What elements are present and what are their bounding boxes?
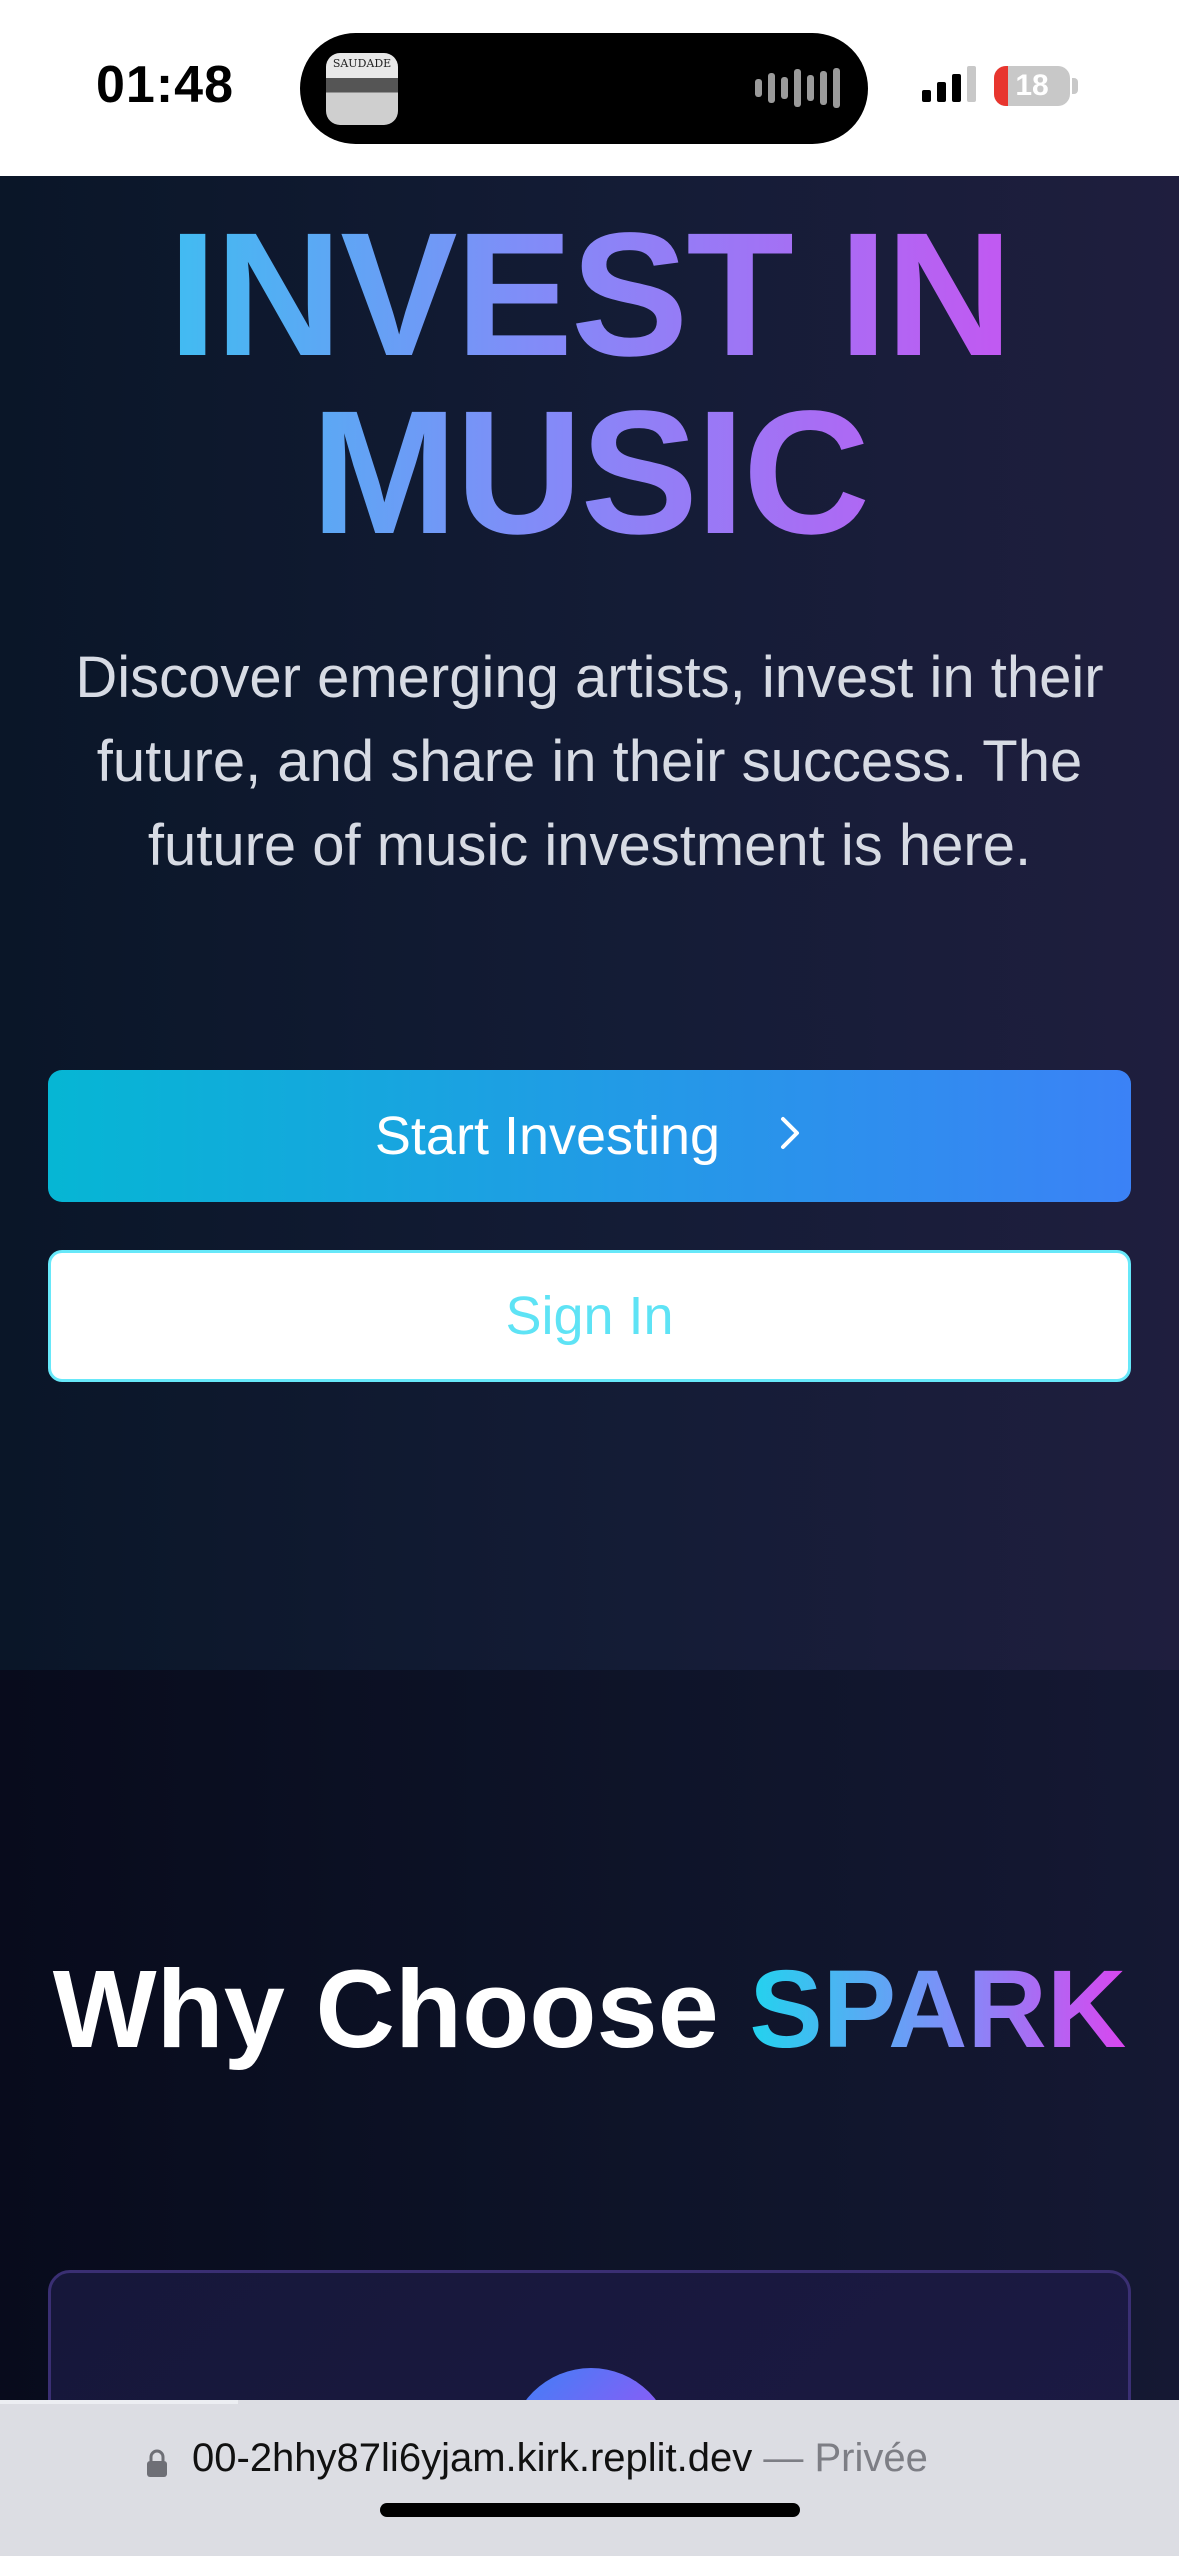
status-time: 01:48	[96, 56, 234, 114]
url-separator: —	[752, 2436, 815, 2480]
sign-in-button[interactable]: Sign In	[48, 1250, 1131, 1382]
start-investing-button[interactable]: Start Investing	[48, 1070, 1131, 1202]
battery-tip	[1072, 78, 1078, 94]
browser-address-bar[interactable]: 00-2hhy87li6yjam.kirk.replit.dev — Privé…	[0, 2400, 1179, 2556]
dynamic-island[interactable]: SAUDADE	[300, 33, 868, 144]
hero-title-line2: MUSIC	[310, 375, 869, 571]
url: 00-2hhy87li6yjam.kirk.replit.dev	[192, 2436, 753, 2480]
hero-title-line1: INVEST IN	[168, 197, 1011, 393]
chevron-right-icon	[778, 1113, 804, 1160]
address-text[interactable]: 00-2hhy87li6yjam.kirk.replit.dev — Privé…	[192, 2436, 928, 2481]
sign-in-label: Sign In	[505, 1286, 674, 1346]
private-mode-label: Privée	[814, 2436, 928, 2480]
features-title-prefix: Why Choose	[52, 1948, 719, 2071]
status-bar: 01:48 SAUDADE 18	[0, 0, 1179, 176]
features-title: Why Choose SPARK	[0, 1946, 1179, 2073]
page-load-progress	[0, 2400, 238, 2404]
artwork-label: SAUDADE	[332, 57, 392, 70]
battery-icon: 18	[994, 66, 1070, 106]
hero-title: INVEST IN MUSIC	[0, 206, 1179, 562]
brand-name: SPARK	[749, 1948, 1127, 2071]
hero-section: INVEST IN MUSIC Discover emerging artist…	[0, 176, 1179, 1670]
home-indicator[interactable]	[380, 2503, 800, 2517]
start-investing-label: Start Investing	[374, 1106, 721, 1166]
hero-description: Discover emerging artists, invest in the…	[75, 645, 1104, 878]
cellular-signal-icon	[922, 62, 976, 102]
audio-waveform-icon	[755, 66, 840, 110]
now-playing-artwork[interactable]: SAUDADE	[326, 53, 398, 125]
lock-icon	[147, 2449, 167, 2477]
battery-percent: 18	[1015, 69, 1049, 102]
